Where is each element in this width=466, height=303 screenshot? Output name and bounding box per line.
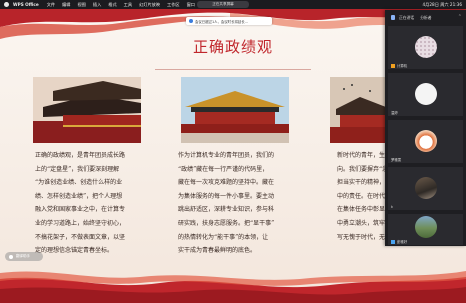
- screen-share-pill[interactable]: 正在共享屏幕: [197, 1, 249, 8]
- host-badge-icon: [391, 64, 395, 68]
- microphone-icon[interactable]: [391, 15, 395, 20]
- text-column-1: 正确的政绩观，是青年团员成长路 上的“定盘星”，我们要深刻理解 “为谁创造业绩、…: [35, 149, 143, 258]
- menu-edit[interactable]: 编辑: [62, 2, 70, 8]
- menu-view[interactable]: 视图: [78, 2, 86, 8]
- meeting-toast[interactable]: 会议已超过1人，会议时长将延长...: [186, 17, 272, 25]
- participant-tile[interactable]: k: [388, 167, 463, 210]
- participant-tile[interactable]: 计算机: [388, 26, 463, 69]
- text-column-2: 作为计算机专业的青年团员，我们的 “政绩”藏在每一行严谨的代码里， 藏在每一次攻…: [178, 149, 290, 258]
- menu-tools[interactable]: 工具: [124, 2, 132, 8]
- white-avatar: [415, 83, 437, 105]
- text-line: 融入党和国家事业之中，在计算专: [35, 206, 126, 214]
- participant-tile[interactable]: 罗雅雯: [388, 120, 463, 163]
- menu-window[interactable]: 窗口: [187, 2, 195, 8]
- info-icon: [189, 19, 193, 23]
- menu-slideshow[interactable]: 幻灯片放映: [139, 2, 160, 8]
- translate-assistant-chip[interactable]: 翻译助手: [5, 252, 43, 261]
- menubar-status: 4月28日 周六 21:36: [417, 0, 462, 9]
- participant-name: 计算机: [397, 64, 408, 68]
- photo-forbidden-city-3: [330, 77, 386, 143]
- text-line: 业的学习道路上，始终坚守初心，: [35, 219, 126, 227]
- text-line: 实干成为青春最鲜明的底色。: [178, 247, 257, 255]
- participant-name: 温婷: [391, 111, 398, 115]
- meeting-participants-panel: 正在讲话 分析者 ⌃ 计算机 温婷 罗雅雯 k 彭雅好: [385, 10, 466, 246]
- menu-workspace[interactable]: 工作区: [167, 2, 180, 8]
- title-underline: [155, 69, 311, 70]
- text-line: 跳出舒适区，深耕专业知识，参与科: [178, 206, 275, 214]
- apple-icon[interactable]: [4, 2, 9, 7]
- text-line: 正确的政绩观，是青年团员成长路: [35, 152, 126, 159]
- participant-name: k: [391, 205, 393, 209]
- participant-tile[interactable]: 彭雅好: [388, 214, 463, 245]
- clock[interactable]: 4月28日 周六 21:36: [423, 2, 462, 8]
- pattern-avatar: [415, 36, 437, 58]
- menu-file[interactable]: 文件: [47, 2, 55, 8]
- participant-name: 彭雅好: [397, 240, 408, 244]
- chip-label: 翻译助手: [16, 254, 30, 258]
- participant-name: 罗雅雯: [391, 158, 402, 162]
- text-line: 不搞花架子，不做表面文章，以坚: [35, 233, 126, 241]
- photo-avatar: [415, 177, 437, 199]
- analyzer-label[interactable]: 分析者: [420, 15, 431, 21]
- photo-forbidden-city-2: [181, 77, 289, 143]
- cartoon-avatar: [415, 130, 437, 152]
- translate-icon: [9, 254, 13, 259]
- host-badge-icon: [391, 240, 395, 244]
- text-line: 研实践，扶身志愿服务。把“显干事”: [178, 219, 275, 227]
- text-line: “政绩”藏在每一行严谨的代码里，: [178, 165, 269, 173]
- photo-forbidden-city-1: [33, 77, 141, 143]
- toast-text: 会议已超过1人，会议时长将延长...: [195, 19, 248, 24]
- panel-header: 正在讲话 分析者 ⌃: [385, 10, 466, 25]
- text-line: 定的理想信念锚定青春坐标。: [35, 247, 114, 255]
- app-name[interactable]: WPS Office: [13, 2, 39, 7]
- outdoor-avatar: [415, 216, 437, 238]
- menu-format[interactable]: 格式: [108, 2, 116, 8]
- participant-tile[interactable]: 温婷: [388, 73, 463, 116]
- speaking-label: 正在讲话: [399, 14, 415, 20]
- text-line: 上的“定盘星”，我们要深刻理解: [35, 165, 120, 173]
- text-line: “为谁创造业绩、创造什么样的业: [35, 179, 123, 187]
- text-line: 绩、怎样创造业绩”，把个人理想: [35, 192, 123, 200]
- text-line: 藏在每一次攻克难题的坚持中。藏在: [178, 179, 275, 187]
- text-line: 的热情转化为“能干事”的本领，让: [178, 233, 269, 241]
- text-line: 作为计算机专业的青年团员，我们的: [178, 152, 275, 159]
- text-line: 为集体服务的每一件小事里。要主动: [178, 192, 275, 200]
- collapse-icon[interactable]: ⌃: [458, 14, 462, 20]
- menu-insert[interactable]: 插入: [93, 2, 101, 8]
